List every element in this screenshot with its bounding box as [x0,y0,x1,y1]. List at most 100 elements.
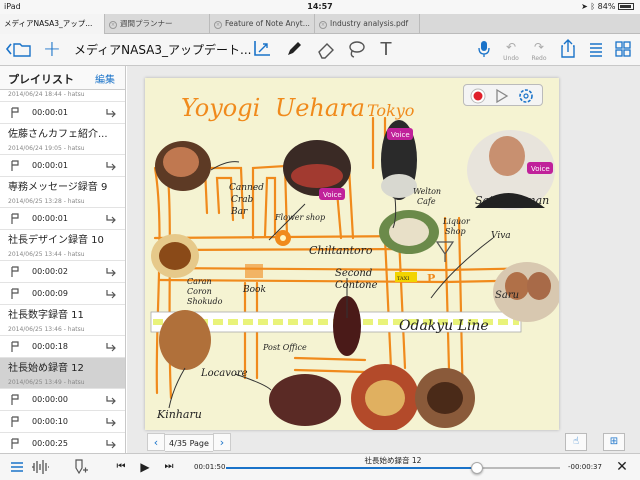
tab-weekly-planner[interactable]: × 週間プランナー [105,14,210,34]
book-shop-mark [245,264,263,278]
recording-item[interactable]: 社長デザイン録音 10 2014/06/25 13:44 - hatsu 00:00… [0,230,125,305]
folder-icon [5,43,31,57]
jump-to-note-icon[interactable] [105,288,117,300]
seek-handle[interactable] [470,462,483,474]
audio-clip-row[interactable]: 00:00:01 [0,208,125,230]
battery-icon [618,3,634,10]
recording-meta: 2014/06/25 13:44 - hatsu [0,250,125,261]
play-recording-button[interactable] [496,88,509,104]
audio-clip-icon [11,266,19,277]
jump-to-note-icon[interactable] [105,213,117,225]
map-title-yoyogi: Yoyogi [181,94,260,122]
jump-to-note-icon[interactable] [105,160,117,172]
bookmark-add-button[interactable] [70,458,90,476]
photo-bread [159,310,211,370]
page-indicator: 4/35 Page [165,434,213,452]
play-icon [496,88,509,104]
zoom-select-tool[interactable] [250,38,274,62]
road [293,356,367,362]
close-tab-icon[interactable]: × [319,21,327,29]
audio-clip-row[interactable]: 00:00:01 [0,102,125,124]
status-bar: iPad 14:57 ➤ ᛒ 84% [0,0,640,14]
close-tab-icon[interactable]: × [109,21,117,29]
audio-clip-row[interactable]: 00:00:00 [0,389,125,411]
previous-track-button[interactable]: ⏮ [112,458,130,476]
recording-item[interactable]: 社長始め録音 12 2014/06/25 13:49 - hatsu 00:00:0… [0,358,125,453]
document-title: メディアNASA3_アップデート... [74,43,252,57]
label-sato: SatoRichman [475,194,549,207]
label-flower-shop: Flower shop [274,213,325,222]
playlist-title: プレイリスト [8,73,74,86]
page-label: Page [189,439,209,448]
skip-back-icon: ⏮ [116,461,126,472]
jump-to-note-icon[interactable] [105,416,117,428]
clip-duration: 00:00:18 [32,342,68,351]
microphone-button[interactable] [474,38,494,62]
photo-bottle [381,174,417,198]
label-shokudo: Shokudo [187,297,223,306]
note-canvas[interactable]: Yoyogi Uehara Tokyo Voice Voice Voice Ca… [127,66,640,453]
eraser-tool[interactable] [314,38,338,62]
clip-duration: 00:00:10 [32,417,68,426]
label-welton: Welton [413,187,441,196]
tab-label: 週間プランナー [120,19,173,28]
bluetooth-icon: ᛒ [590,2,596,11]
pen-tool[interactable] [282,38,306,62]
jump-to-note-icon[interactable] [105,107,117,119]
redo-label: Redo [531,55,547,62]
playlist-toggle-button[interactable] [8,458,26,476]
clock: 14:57 [307,2,333,11]
eraser-icon [318,43,334,59]
next-page-button[interactable]: › [213,433,231,451]
note-page[interactable]: Yoyogi Uehara Tokyo Voice Voice Voice Ca… [145,78,559,430]
jump-to-note-icon[interactable] [105,394,117,406]
waveform-button[interactable] [30,458,50,476]
hand-tool-button[interactable]: ☝ [565,433,587,451]
road [293,368,367,374]
close-player-button[interactable]: ✕ [612,458,632,476]
recording-item[interactable]: 専務メッセージ録音 9 2014/06/25 13:28 - hatsu 00:00… [0,177,125,230]
seek-bar[interactable] [226,462,560,474]
audio-clip-row[interactable]: 00:00:10 [0,411,125,433]
photo-dish [163,147,199,177]
tab-industry-analysis[interactable]: × Industry analysis.pdf [315,14,420,34]
location-icon: ➤ [581,2,588,11]
edit-button[interactable]: 編集 [95,71,115,86]
recording-settings-button[interactable] [519,89,533,103]
jump-to-note-icon[interactable] [105,266,117,278]
hand-icon: ☝ [572,436,580,447]
track-title: 社長始め録音 12 [364,456,422,465]
grid-view-button[interactable] [612,38,634,62]
tab-feature-of-note[interactable]: × Feature of Note Anyt... [210,14,315,34]
add-page-button[interactable]: ⊞ [603,433,625,451]
add-button[interactable]: + [40,38,64,62]
recording-meta: 2014/06/24 19:05 - hatsu [0,144,125,155]
outline-button[interactable] [586,38,606,62]
close-tab-icon[interactable]: × [214,21,222,29]
recording-item[interactable]: 佐藤さんカフェ紹介... 2014/06/24 19:05 - hatsu 00:0… [0,124,125,177]
play-button[interactable]: ▶ [136,458,154,476]
audio-clip-icon [11,394,19,405]
voice-badge-label: Voice [323,191,342,199]
playlist-sidebar: プレイリスト 編集 2014/06/24 18:44 - hatsu 00:00… [0,66,126,453]
audio-clip-row[interactable]: 00:00:25 [0,433,125,453]
list-lines-icon [11,462,23,472]
jump-to-note-icon[interactable] [105,341,117,353]
previous-page-button[interactable]: ‹ [147,433,165,451]
record-button[interactable] [470,88,486,104]
plus-icon: + [42,37,62,62]
recording-item[interactable]: 社長数字録音 11 2014/06/25 13:46 - hatsu 00:00:1… [0,305,125,358]
audio-clip-row[interactable]: 00:00:09 [0,283,125,305]
audio-clip-row[interactable]: 00:00:18 [0,336,125,358]
audio-clip-row[interactable]: 00:00:01 [0,155,125,177]
label-book: Book [242,285,266,295]
back-folder-button[interactable] [4,38,34,62]
next-track-button[interactable]: ⏭ [160,458,178,476]
jump-to-note-icon[interactable] [105,438,117,450]
audio-clip-row[interactable]: 00:00:02 [0,261,125,283]
audio-clip-icon [11,341,19,352]
lasso-tool[interactable] [344,38,368,62]
text-tool[interactable]: T [374,38,398,62]
tab-media-nasa[interactable]: メディアNASA3_アップ... [0,14,105,34]
share-button[interactable] [558,38,578,62]
